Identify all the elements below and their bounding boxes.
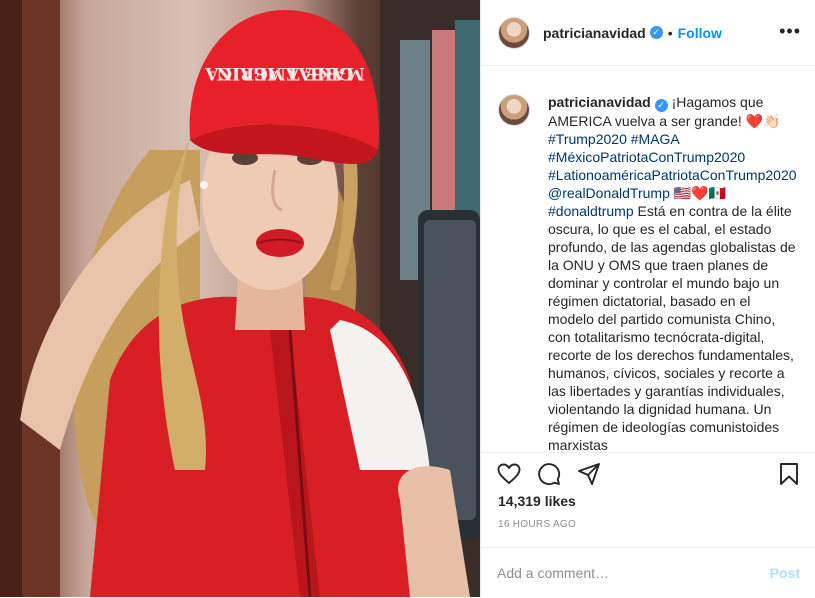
caption-username[interactable]: patricianavidad xyxy=(548,94,651,110)
post-timestamp[interactable]: 16 HOURS AGO xyxy=(498,519,576,530)
likes-count[interactable]: 14,319 likes xyxy=(498,493,576,509)
post-actions: 14,319 likes 16 HOURS AGO Post xyxy=(481,452,815,598)
share-icon[interactable] xyxy=(577,462,601,486)
post-header: patricianavidad ✓ • Follow ••• xyxy=(481,0,815,66)
caption-avatar[interactable] xyxy=(498,94,530,126)
hashtag-mexico-patriota[interactable]: #MéxicoPatriotaConTrump2020 xyxy=(548,149,745,165)
caption-body: Está en contra de la élite oscura, lo qu… xyxy=(548,203,796,451)
avatar[interactable] xyxy=(498,16,530,49)
heart-icon[interactable] xyxy=(497,462,521,486)
mention-realdonaldtrump[interactable]: @realDonaldTrump xyxy=(548,185,670,201)
hashtag-maga[interactable]: #MAGA xyxy=(631,131,679,147)
cap-text-line2: GREAT AGAIN xyxy=(217,63,354,83)
post-comment-button[interactable]: Post xyxy=(770,565,800,581)
comment-box: Post xyxy=(481,547,815,598)
caption-verified-badge-icon: ✓ xyxy=(654,99,668,112)
separator-dot: • xyxy=(667,24,673,41)
bookmark-icon[interactable] xyxy=(777,462,801,486)
post-photo[interactable]: MAKE AMERICA GREAT AGAIN xyxy=(0,0,480,597)
red-lips xyxy=(256,229,304,257)
comment-input[interactable] xyxy=(497,565,737,581)
verified-badge-icon: ✓ xyxy=(649,26,663,39)
photo-illustration: MAKE AMERICA GREAT AGAIN xyxy=(0,0,480,597)
caption-area: patricianavidad ✓ ¡Hagamos que AMERICA vu… xyxy=(481,67,815,451)
caption-text: patricianavidad ✓ ¡Hagamos que AMERICA vu… xyxy=(548,93,800,451)
caption-flags: 🇺🇸❤️🇲🇽 xyxy=(669,185,727,201)
hashtag-donaldtrump[interactable]: #donaldtrump xyxy=(548,203,634,219)
more-options-icon[interactable]: ••• xyxy=(779,22,801,40)
post-side-panel: patricianavidad ✓ • Follow ••• patrician… xyxy=(480,0,815,597)
comment-icon[interactable] xyxy=(537,462,561,486)
hashtag-trump2020[interactable]: #Trump2020 xyxy=(548,131,627,147)
hashtag-latinoamerica-patriota[interactable]: #LationoaméricaPatriotaConTrump2020 xyxy=(548,167,797,183)
follow-button[interactable]: Follow xyxy=(678,25,722,41)
header-username[interactable]: patricianavidad xyxy=(543,25,646,41)
